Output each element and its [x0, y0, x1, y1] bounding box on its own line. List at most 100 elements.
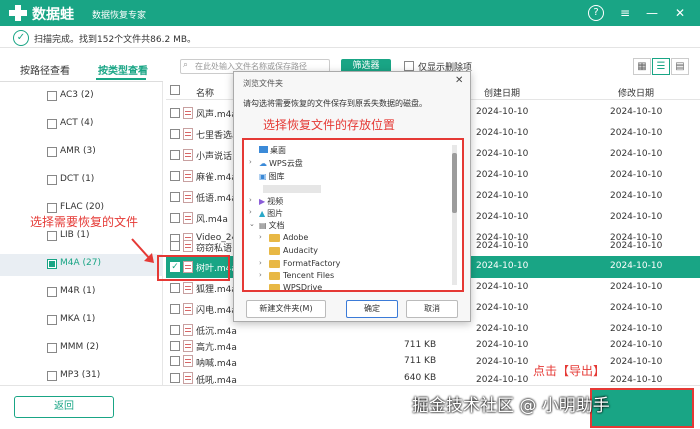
table-row[interactable]: 呐喊.m4a 711 KB 2024-10-10 2024-10-10: [166, 352, 700, 370]
tree-item-mka[interactable]: MKA (1): [0, 310, 163, 332]
row-checkbox[interactable]: [170, 283, 180, 293]
row-checkbox[interactable]: [170, 150, 180, 160]
table-row[interactable]: 低吼.m4a 640 KB 2024-10-10 2024-10-10: [166, 370, 700, 386]
checkbox[interactable]: [47, 175, 57, 185]
row-checkbox[interactable]: [170, 373, 180, 383]
watermark-text: 掘金技术社区 @ 小明助手: [412, 396, 610, 416]
select-all-checkbox[interactable]: [170, 85, 180, 95]
file-modified: 2024-10-10: [610, 340, 663, 350]
audio-file-icon: [183, 240, 193, 252]
file-modified: 2024-10-10: [610, 357, 663, 367]
app-title: 数据蛙: [32, 7, 74, 23]
annotation-click-export: 点击【导出】: [533, 364, 606, 378]
dialog-close-icon[interactable]: ✕: [455, 75, 463, 86]
file-size: 711 KB: [404, 356, 437, 366]
checkbox[interactable]: [47, 147, 57, 157]
file-modified: 2024-10-10: [610, 375, 663, 385]
tab-by-path[interactable]: 按路径查看: [20, 62, 70, 77]
file-modified: 2024-10-10: [610, 107, 663, 117]
title-bar: 数据蛙 数据恢复专家 ? ≡ — ✕: [0, 0, 700, 26]
column-created[interactable]: 创建日期: [484, 86, 520, 99]
checkbox[interactable]: [47, 259, 57, 269]
row-checkbox[interactable]: [170, 304, 180, 314]
checkbox[interactable]: [47, 371, 57, 381]
detail-view-icon[interactable]: ▤: [671, 58, 689, 75]
menu-icon[interactable]: ≡: [617, 5, 633, 21]
close-icon[interactable]: ✕: [672, 5, 688, 21]
file-modified: 2024-10-10: [610, 149, 663, 159]
file-modified: 2024-10-10: [610, 128, 663, 138]
checkbox[interactable]: [47, 315, 57, 325]
new-folder-button[interactable]: 新建文件夹(M): [246, 300, 326, 318]
tree-item-label: MMM (2): [60, 342, 99, 352]
audio-file-icon: [183, 303, 193, 315]
row-checkbox[interactable]: [170, 213, 180, 223]
app-subtitle: 数据恢复专家: [92, 11, 147, 21]
status-bar: ✓ 扫描完成。找到152个文件共86.2 MB。: [0, 26, 700, 48]
browse-folder-dialog: 浏览文件夹 ✕ 请勾选将需要恢复的文件保存到原丢失数据的磁盘。 选择恢复文件的存…: [233, 71, 471, 322]
file-created: 2024-10-10: [476, 241, 529, 251]
tree-item-dct[interactable]: DCT (1): [0, 170, 163, 192]
help-icon[interactable]: ?: [588, 5, 604, 21]
tree-item-m4r[interactable]: M4R (1): [0, 282, 163, 304]
tree-item-amr[interactable]: AMR (3): [0, 142, 163, 164]
minimize-icon[interactable]: —: [644, 5, 660, 21]
checkbox[interactable]: [47, 91, 57, 101]
file-created: 2024-10-10: [476, 303, 529, 313]
list-view-icon[interactable]: ☰: [652, 58, 670, 75]
search-icon: ⌕: [183, 60, 189, 70]
file-size: 711 KB: [404, 340, 437, 350]
checkbox[interactable]: [47, 203, 57, 213]
file-modified: 2024-10-10: [610, 191, 663, 201]
tree-item-label: LIB (1): [60, 230, 90, 240]
row-checkbox[interactable]: [170, 341, 180, 351]
file-name: 风声.m4a: [196, 110, 237, 120]
app-logo-icon: [9, 5, 27, 21]
file-created: 2024-10-10: [476, 170, 529, 180]
audio-file-icon: [183, 212, 193, 224]
file-modified: 2024-10-10: [610, 324, 663, 334]
arrow-annotation-icon: [131, 238, 154, 263]
file-modified: 2024-10-10: [610, 241, 663, 251]
ok-button[interactable]: 确定: [346, 300, 398, 318]
tree-item-mmm[interactable]: MMM (2): [0, 338, 163, 360]
row-checkbox[interactable]: [170, 192, 180, 202]
tree-item-label: AMR (3): [60, 146, 96, 156]
cancel-button[interactable]: 取消: [406, 300, 458, 318]
file-created: 2024-10-10: [476, 357, 529, 367]
tree-item-label: DCT (1): [60, 174, 95, 184]
tree-item-label: MKA (1): [60, 314, 96, 324]
checkbox[interactable]: [47, 287, 57, 297]
only-deleted-checkbox[interactable]: [404, 61, 414, 71]
file-created: 2024-10-10: [476, 375, 529, 385]
tree-item-act[interactable]: ACT (4): [0, 114, 163, 136]
column-name[interactable]: 名称: [196, 86, 214, 99]
row-checkbox[interactable]: [170, 241, 180, 251]
checkbox[interactable]: [47, 119, 57, 129]
row-checkbox[interactable]: [170, 356, 180, 366]
checkbox[interactable]: [47, 343, 57, 353]
dialog-message: 请勾选将需要恢复的文件保存到原丢失数据的磁盘。: [243, 99, 427, 108]
active-tab-indicator: [96, 78, 146, 80]
file-name: 呐喊.m4a: [196, 359, 237, 369]
annotation-choose-location: 选择恢复文件的存放位置: [263, 118, 396, 132]
selected-row-highlight-frame: [157, 255, 230, 281]
back-button[interactable]: 返回: [14, 396, 114, 418]
row-checkbox[interactable]: [170, 129, 180, 139]
row-checkbox[interactable]: [170, 325, 180, 335]
check-circle-icon: ✓: [13, 30, 29, 46]
audio-file-icon: [183, 128, 193, 140]
audio-file-icon: [183, 372, 193, 384]
file-size: 640 KB: [404, 373, 437, 383]
column-modified[interactable]: 修改日期: [618, 86, 654, 99]
annotation-select-files: 选择需要恢复的文件: [30, 215, 139, 229]
tab-by-type[interactable]: 按类型查看: [98, 62, 148, 77]
file-created: 2024-10-10: [476, 128, 529, 138]
row-checkbox[interactable]: [170, 108, 180, 118]
file-modified: 2024-10-10: [610, 212, 663, 222]
checkbox[interactable]: [47, 231, 57, 241]
row-checkbox[interactable]: [170, 171, 180, 181]
view-tabs: 按路径查看 按类型查看: [0, 56, 163, 82]
grid-view-icon[interactable]: ▦: [633, 58, 651, 75]
tree-item-ac3[interactable]: AC3 (2): [0, 86, 163, 108]
